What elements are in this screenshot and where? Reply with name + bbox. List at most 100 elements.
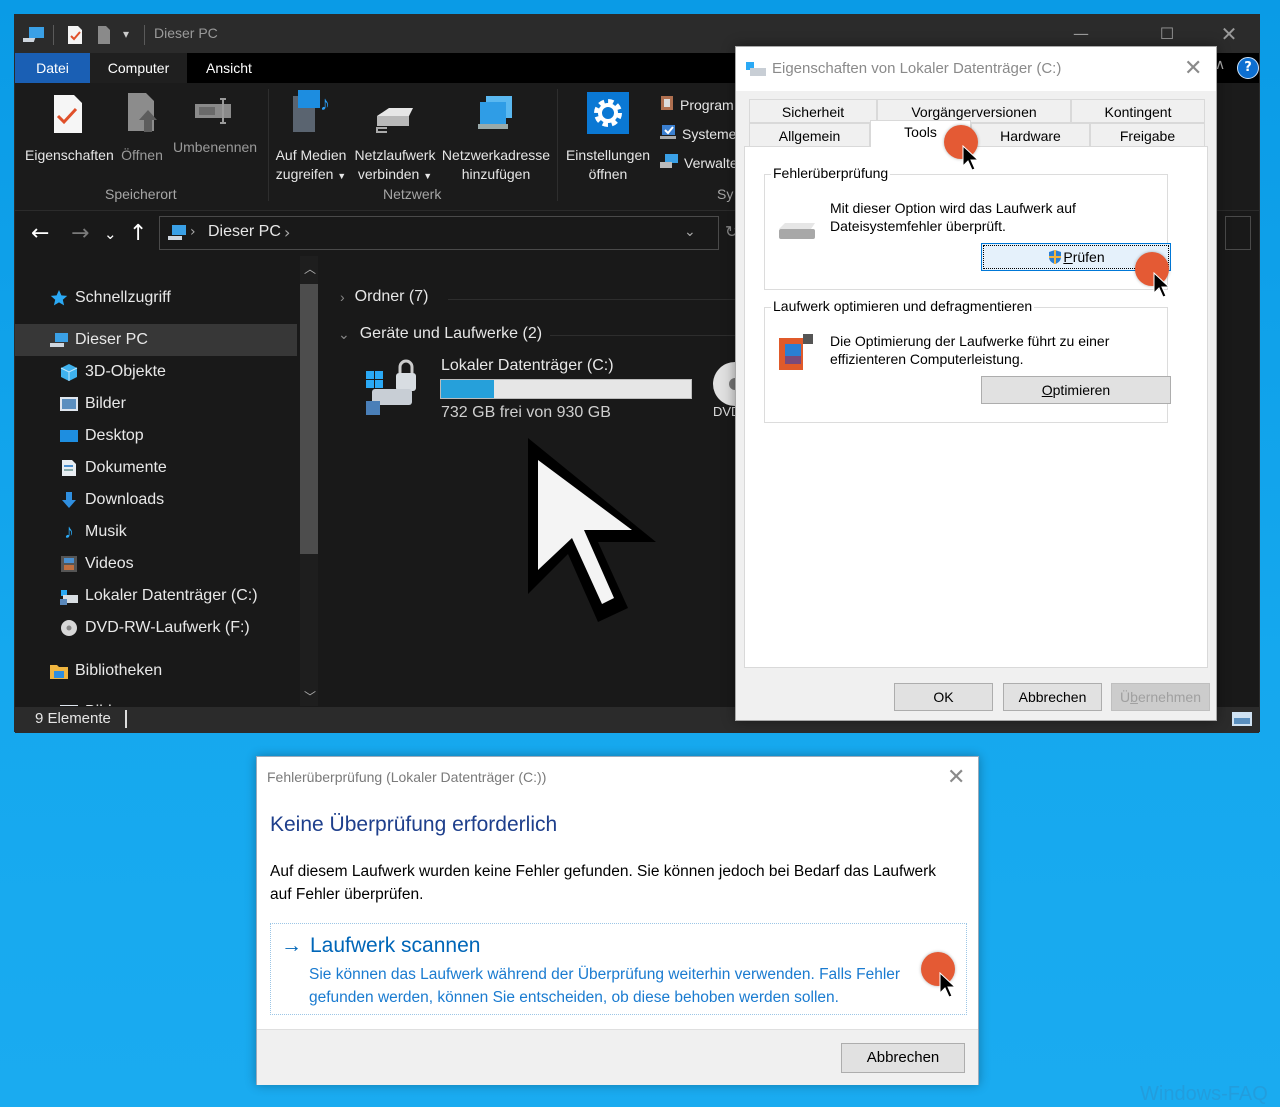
mouse-cursor-icon (1153, 272, 1171, 298)
mouse-cursor-icon (962, 145, 980, 171)
minimize-button[interactable]: — (1069, 23, 1093, 45)
cube-3d-icon (59, 362, 79, 382)
tab-kontingent[interactable]: Kontingent (1071, 99, 1205, 123)
apply-button[interactable]: Übernehmen (1111, 683, 1210, 711)
group-title: Laufwerk optimieren und defragmentieren (771, 298, 1035, 314)
manage-computer-icon (659, 153, 679, 172)
open-document-icon (126, 92, 158, 139)
drive-name: Lokaler Datenträger (C:) (441, 357, 614, 374)
music-note-icon: ♪ (64, 520, 74, 543)
sidebar-item-bilder[interactable]: Bilder (15, 388, 297, 420)
tab-ansicht[interactable]: Ansicht (187, 53, 271, 83)
maximize-button[interactable]: ☐ (1155, 23, 1179, 45)
back-button[interactable]: ← (31, 221, 49, 246)
properties-button[interactable]: Eigenschaften (25, 91, 114, 165)
local-disk-icon (364, 357, 428, 425)
cancel-button[interactable]: Abbrechen (1003, 683, 1102, 711)
optimize-group: Laufwerk optimieren und defragmentieren … (764, 298, 1171, 423)
rename-button[interactable]: Umbenennen (173, 91, 257, 157)
new-folder-quick-icon[interactable] (97, 25, 111, 44)
open-button[interactable]: Öffnen (117, 91, 167, 165)
cancel-button[interactable]: Abbrechen (841, 1043, 965, 1073)
videos-icon (59, 554, 79, 574)
computer-icon (49, 330, 69, 350)
dialog-title: Fehlerüberprüfung (Lokaler Datenträger (… (267, 769, 547, 785)
local-disk-icon (744, 59, 768, 84)
optimieren-button[interactable]: Optimieren (981, 376, 1171, 404)
group-header-geraete[interactable]: ⌄ Geräte und Laufwerke (2) (338, 325, 542, 343)
search-input[interactable] (1225, 216, 1251, 250)
large-icons-view-icon[interactable] (1231, 710, 1253, 732)
dvd-icon (59, 618, 79, 638)
close-icon[interactable]: ✕ (1184, 55, 1202, 81)
sidebar-item-dieser-pc[interactable]: Dieser PC (15, 324, 297, 356)
group-header-ordner[interactable]: › Ordner (7) (340, 288, 428, 306)
group-label-system: Sy (717, 186, 734, 202)
pictures-icon (59, 702, 79, 706)
customize-quick-access-icon[interactable]: ▾ (123, 27, 129, 45)
sidebar-item-dvd-laufwerk[interactable]: DVD-RW-Laufwerk (F:) (15, 612, 297, 644)
scan-drive-option[interactable]: → Laufwerk scannen Sie können das Laufwer… (270, 923, 967, 1015)
error-check-group: Fehlerüberprüfung Mit dieser Option wird… (764, 165, 1171, 290)
scroll-up-icon[interactable]: ︿ (304, 260, 316, 277)
tools-tab-panel: Fehlerüberprüfung Mit dieser Option wird… (744, 146, 1208, 668)
download-arrow-icon (59, 490, 79, 510)
watermark: Windows-FAQ (1140, 1083, 1268, 1105)
address-dropdown-icon[interactable]: ⌄ (684, 224, 696, 240)
breadcrumb-chevron-icon[interactable]: › (284, 223, 290, 242)
sidebar-item-schnellzugriff[interactable]: Schnellzugriff (15, 282, 297, 314)
up-button[interactable]: ↑ (129, 221, 147, 246)
tab-datei[interactable]: Datei (15, 53, 90, 83)
open-settings-button[interactable]: Einstellungen öffnen (563, 91, 653, 184)
library-folder-icon (49, 661, 69, 681)
group-label-netzwerk: Netzwerk (383, 186, 442, 202)
tab-allgemein[interactable]: Allgemein (749, 123, 870, 147)
svg-text:♪: ♪ (320, 93, 330, 115)
recent-locations-button[interactable]: ⌄ (104, 225, 117, 243)
ok-button[interactable]: OK (894, 683, 993, 711)
star-icon (49, 288, 69, 308)
sidebar-scrollbar-thumb[interactable] (300, 284, 318, 554)
address-bar[interactable]: › Dieser PC › ⌄ (159, 216, 719, 250)
close-button[interactable]: ✕ (1217, 23, 1241, 45)
navigation-pane: Schnellzugriff Dieser PC 3D-Objekte Bild… (15, 256, 320, 706)
access-media-button[interactable]: ♪ Auf Medien zugreifen ▼ (273, 90, 349, 186)
help-button[interactable]: ? (1237, 57, 1259, 79)
sidebar-item-bibliotheken[interactable]: Bibliotheken (15, 655, 297, 687)
programs-button[interactable]: Program (659, 95, 734, 114)
breadcrumb-dieser-pc[interactable]: Dieser PC (208, 223, 281, 241)
tab-hardware[interactable]: Hardware (971, 123, 1090, 147)
sidebar-item-bilder-library[interactable]: Bilder (15, 696, 297, 706)
system-properties-button[interactable]: Systeme (659, 124, 736, 143)
sidebar-item-downloads[interactable]: Downloads (15, 484, 297, 516)
sidebar-item-videos[interactable]: Videos (15, 548, 297, 580)
local-disk-icon (59, 586, 79, 606)
chevron-down-icon: ⌄ (338, 325, 350, 342)
drive-tile-c[interactable]: Lokaler Datenträger (C:) 732 GB frei von… (350, 349, 692, 429)
group-label-speicherort: Speicherort (105, 186, 177, 202)
forward-button[interactable]: → (71, 221, 89, 246)
dialog-title: Eigenschaften von Lokaler Datenträger (C… (772, 60, 1062, 77)
sidebar-item-3d-objekte[interactable]: 3D-Objekte (15, 356, 297, 388)
group-title: Fehlerüberprüfung (771, 165, 891, 181)
sidebar-item-lokaler-datentraeger[interactable]: Lokaler Datenträger (C:) (15, 580, 297, 612)
map-network-drive-button[interactable]: Netzlaufwerk verbinden ▼ (352, 91, 438, 186)
defrag-icon (777, 332, 817, 379)
close-icon[interactable]: ✕ (947, 764, 965, 790)
scroll-down-icon[interactable]: ﹀ (304, 688, 316, 705)
rename-icon (194, 96, 234, 131)
manage-button[interactable]: Verwalte (659, 153, 738, 172)
add-network-location-button[interactable]: Netzwerkadresse hinzufügen (441, 91, 551, 184)
uac-shield-icon (1047, 249, 1063, 265)
sidebar-item-desktop[interactable]: Desktop (15, 420, 297, 452)
sidebar-item-dokumente[interactable]: Dokumente (15, 452, 297, 484)
tab-sicherheit[interactable]: Sicherheit (749, 99, 877, 123)
computer-icon (18, 25, 47, 43)
properties-quick-icon[interactable] (67, 25, 83, 44)
tab-freigabe[interactable]: Freigabe (1090, 123, 1205, 147)
settings-gear-icon (587, 92, 629, 139)
sidebar-item-musik[interactable]: ♪ Musik (15, 516, 297, 548)
large-cursor-icon (528, 438, 656, 622)
tab-computer[interactable]: Computer (90, 53, 187, 83)
network-drive-icon (373, 104, 417, 139)
